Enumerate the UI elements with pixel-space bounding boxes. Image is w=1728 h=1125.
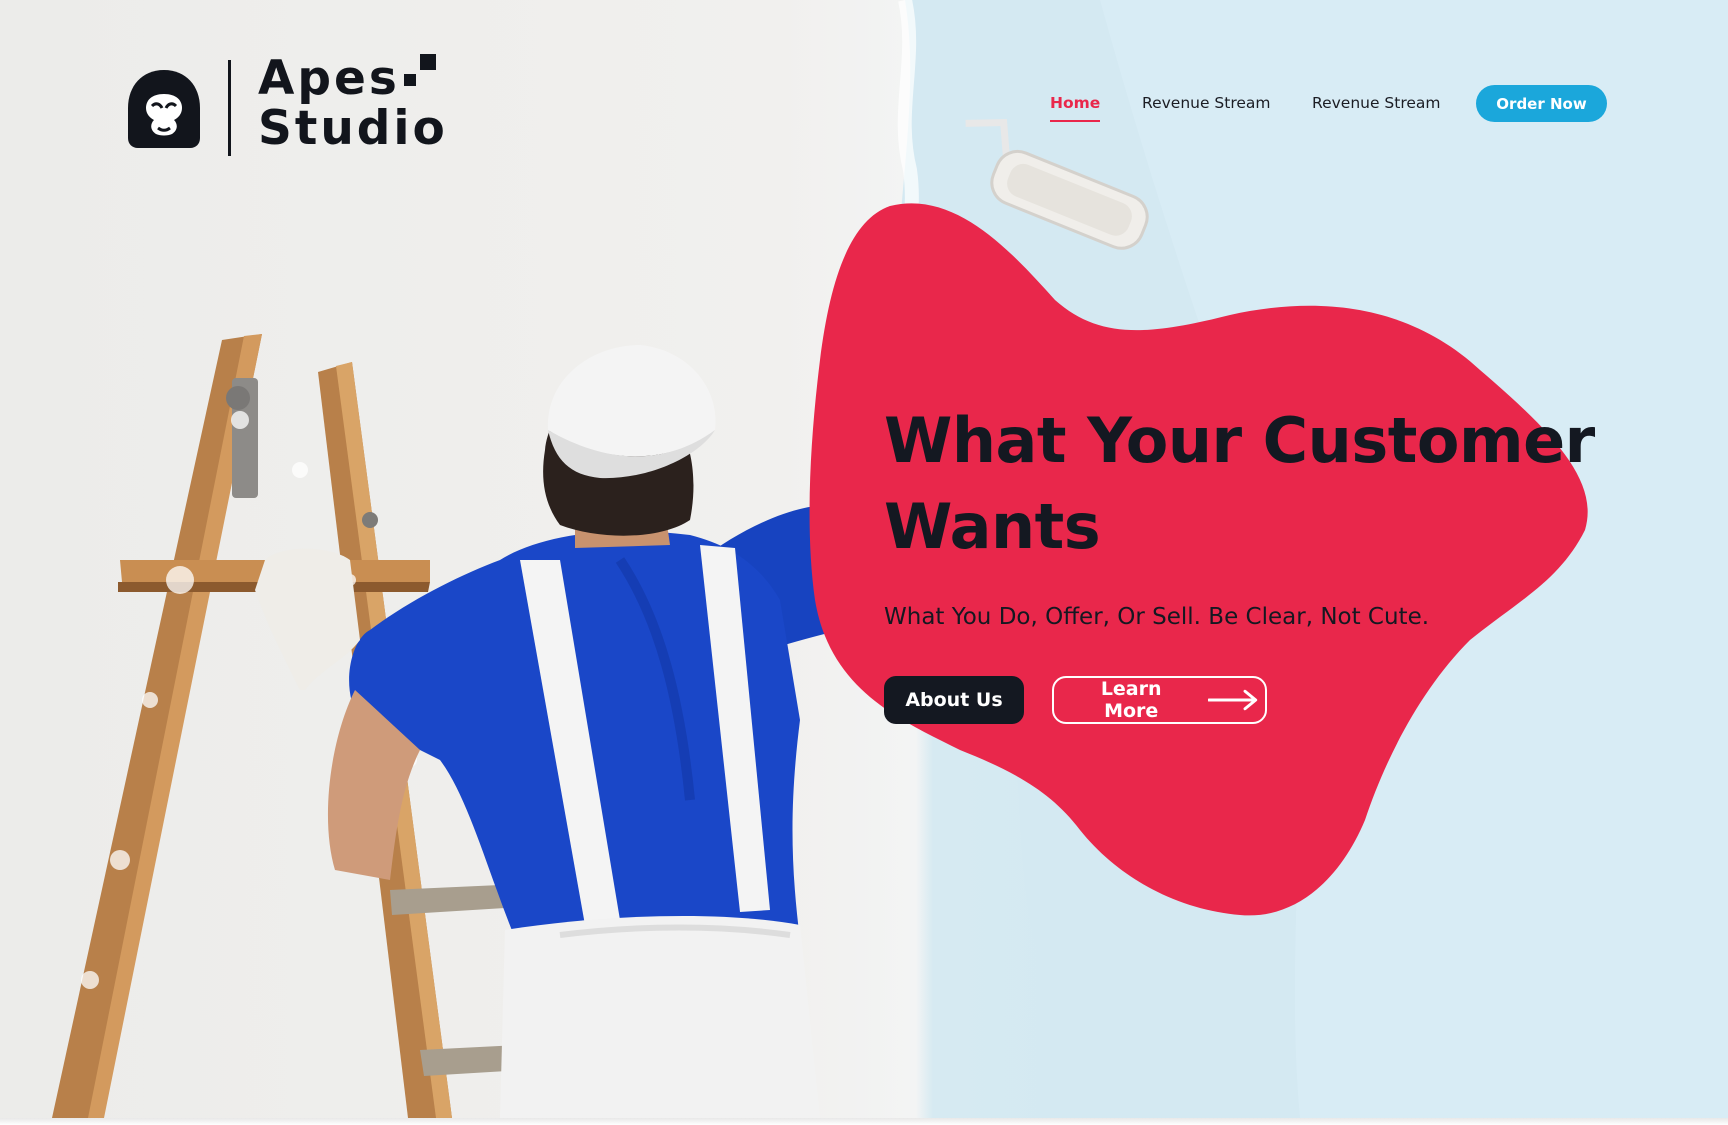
page-bottom-edge (0, 1118, 1728, 1125)
hero-headline: What Your Customer Wants (884, 404, 1595, 563)
ape-head-icon (128, 70, 200, 148)
hero-section: Apes Studio Home Revenue Stream Revenue … (0, 0, 1728, 1118)
pixel-squares-icon (404, 54, 436, 86)
logo-divider (228, 60, 231, 156)
about-us-button[interactable]: About Us (884, 676, 1024, 724)
nav-home[interactable]: Home (1050, 94, 1101, 122)
hero-subline: What You Do, Offer, Or Sell. Be Clear, N… (884, 604, 1430, 630)
order-now-button[interactable]: Order Now (1476, 85, 1607, 122)
nav-home-label: Home (1050, 94, 1101, 112)
learn-more-button[interactable]: Learn More (1052, 676, 1267, 724)
brand-name-line2: Studio (258, 101, 448, 156)
brand-logo[interactable]: Apes Studio (126, 54, 445, 158)
nav-active-underline (1050, 120, 1101, 122)
nav-revenue-stream-2[interactable]: Revenue Stream (1312, 94, 1441, 112)
nav-revenue-stream-1[interactable]: Revenue Stream (1142, 94, 1271, 112)
arrow-right-icon (1208, 689, 1258, 711)
learn-more-label: Learn More (1100, 678, 1162, 722)
